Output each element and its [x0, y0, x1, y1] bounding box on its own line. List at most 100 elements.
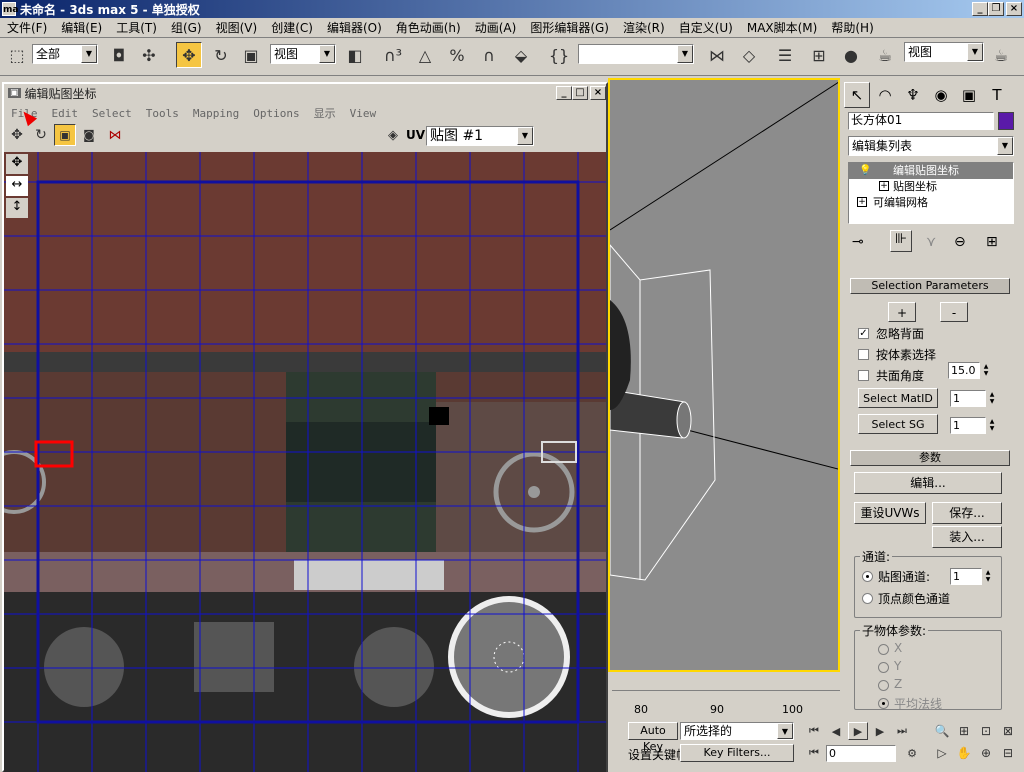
map-select[interactable]: 贴图 #1 ▼ [426, 126, 534, 146]
select-sg-button[interactable]: Select SG [858, 414, 938, 434]
named-selection-icon[interactable]: ⬙ [508, 42, 534, 68]
menu-character[interactable]: 角色动画(h) [389, 19, 468, 36]
display-tab-icon[interactable]: ▣ [956, 82, 982, 108]
pan-icon[interactable]: ✋ [954, 744, 974, 762]
load-button[interactable]: 装入... [932, 526, 1002, 548]
save-button[interactable]: 保存... [932, 502, 1002, 524]
align-icon[interactable]: ◇ [736, 42, 762, 68]
menu-modifiers[interactable]: 编辑器(O) [320, 19, 389, 36]
select-by-element-checkbox[interactable] [858, 349, 869, 360]
expand-selection-button[interactable]: + [888, 302, 916, 322]
zoom-extents-icon[interactable]: ⊡ [976, 722, 996, 740]
next-frame-icon[interactable]: ▶ [870, 722, 890, 740]
auto-key-button[interactable]: Auto Key [628, 722, 678, 753]
quick-render-icon[interactable]: ☕ [988, 42, 1014, 68]
selection-params-rollout[interactable]: Selection Parameters [850, 278, 1010, 294]
zoom-all-icon[interactable]: ⊞ [954, 722, 974, 740]
uv-pan-icon[interactable]: ✥ [6, 154, 28, 174]
modify-tab-icon[interactable]: ◠ [872, 82, 898, 108]
menu-rendering[interactable]: 渲染(R) [616, 19, 672, 36]
minimize-button[interactable]: _ [972, 2, 988, 16]
ref-coord-select[interactable]: 视图 ▼ [270, 44, 336, 64]
abc-selection-icon[interactable]: {} [546, 42, 572, 68]
selection-filter-select[interactable]: 全部 ▼ [32, 44, 98, 64]
key-filter-select[interactable]: 所选择的 ▼ [680, 722, 794, 740]
expand-icon[interactable]: + [857, 197, 867, 207]
map-channel-radio[interactable] [862, 571, 873, 582]
key-mode-icon[interactable]: ⏮ [804, 744, 824, 762]
uv-scale-icon[interactable]: ▣ [54, 124, 76, 146]
utilities-tab-icon[interactable]: T [984, 82, 1010, 108]
uv-vertical-icon[interactable]: ↕ [6, 198, 28, 218]
planar-angle-checkbox[interactable] [858, 370, 869, 381]
uv-menu-view[interactable]: View [343, 107, 384, 120]
spinner-arrows-icon[interactable]: ▲ ▼ [983, 569, 993, 584]
map-channel-spinner[interactable]: 1 ▲ ▼ [950, 568, 993, 585]
uv-mirror-icon[interactable]: ⋈ [104, 124, 126, 146]
menu-maxscript[interactable]: MAX脚本(M) [740, 19, 825, 36]
object-name-field[interactable]: 长方体01 [848, 112, 994, 130]
shrink-selection-button[interactable]: - [940, 302, 968, 322]
maximize-button[interactable]: ❐ [988, 2, 1004, 16]
menu-view[interactable]: 视图(V) [209, 19, 265, 36]
parameters-rollout[interactable]: 参数 [850, 450, 1010, 466]
zoom-icon[interactable]: 🔍 [932, 722, 952, 740]
perspective-viewport[interactable] [608, 78, 840, 672]
spinner-arrows-icon[interactable]: ▲ ▼ [981, 363, 991, 378]
frame-spinner[interactable]: 0 [826, 745, 896, 762]
configure-sets-icon[interactable]: ⊞ [986, 234, 998, 250]
reset-uvws-button[interactable]: 重设UVWs [854, 502, 926, 524]
stack-item-uvw-map[interactable]: 贴图坐标 [849, 179, 1013, 195]
percent-snap-icon[interactable]: % [444, 42, 470, 68]
close-button[interactable]: × [1006, 2, 1022, 16]
uv-menu-edit[interactable]: Edit [45, 107, 86, 120]
uv-menu-tools[interactable]: Tools [139, 107, 186, 120]
matid-spinner[interactable]: 1 ▲ ▼ [950, 390, 997, 407]
timeline-ruler[interactable]: 80 90 100 [612, 690, 840, 718]
expand-icon[interactable]: + [879, 181, 889, 191]
spinner-arrows-icon[interactable]: ▲ ▼ [987, 391, 997, 406]
menu-group[interactable]: 组(G) [164, 19, 209, 36]
pivot-icon[interactable]: ◧ [342, 42, 368, 68]
named-selection-select[interactable]: ▼ [578, 44, 694, 64]
key-filters-button[interactable]: Key Filters... [680, 744, 794, 762]
fov-icon[interactable]: ▷ [932, 744, 952, 762]
scale-icon[interactable]: ▣ [238, 42, 264, 68]
zoom-extents-all-icon[interactable]: ⊠ [998, 722, 1018, 740]
edit-button[interactable]: 编辑... [854, 472, 1002, 494]
menu-create[interactable]: 创建(C) [264, 19, 320, 36]
move-icon[interactable]: ✥ [176, 42, 202, 68]
select-by-name-icon[interactable]: ✣ [136, 42, 162, 68]
play-icon[interactable]: ▶ [848, 722, 868, 740]
uv-close-button[interactable]: × [590, 86, 606, 100]
make-unique-icon[interactable]: ⋎ [926, 234, 936, 250]
menu-edit[interactable]: 编辑(E) [54, 19, 109, 36]
uv-horizontal-icon[interactable]: ↔ [6, 176, 28, 196]
planar-angle-spinner[interactable]: 15.0 ▲ ▼ [948, 362, 991, 379]
orbit-icon[interactable]: ⊕ [976, 744, 996, 762]
spinner-arrows-icon[interactable]: ▲ ▼ [987, 418, 997, 433]
axis-x-radio[interactable] [878, 644, 889, 655]
rotate-icon[interactable]: ↻ [208, 42, 234, 68]
menu-graph-editors[interactable]: 图形编辑器(G) [523, 19, 616, 36]
schematic-icon[interactable]: ⊞ [806, 42, 832, 68]
menu-animation[interactable]: 动画(A) [468, 19, 524, 36]
select-region-icon[interactable]: ◘ [106, 42, 132, 68]
uv-maximize-button[interactable]: □ [572, 86, 588, 100]
pin-stack-icon[interactable]: ⊸ [852, 234, 864, 250]
goto-start-icon[interactable]: ⏮ [804, 722, 824, 740]
vertex-color-radio[interactable] [862, 593, 873, 604]
motion-tab-icon[interactable]: ◉ [928, 82, 954, 108]
remove-modifier-icon[interactable]: ⊖ [954, 234, 966, 250]
render-view-select[interactable]: 视图 ▼ [904, 42, 984, 62]
menu-customize[interactable]: 自定义(U) [672, 19, 740, 36]
track-view-icon[interactable]: ☰ [772, 42, 798, 68]
uv-menu-mapping[interactable]: Mapping [186, 107, 246, 120]
material-editor-icon[interactable]: ● [838, 42, 864, 68]
spinner-snap-icon[interactable]: ∩ [476, 42, 502, 68]
mirror-icon[interactable]: ⋈ [704, 42, 730, 68]
uv-rotate-icon[interactable]: ↻ [30, 124, 52, 146]
menu-file[interactable]: 文件(F) [0, 19, 54, 36]
show-end-result-icon[interactable]: ⊪ [890, 230, 912, 252]
menu-tools[interactable]: 工具(T) [109, 19, 164, 36]
